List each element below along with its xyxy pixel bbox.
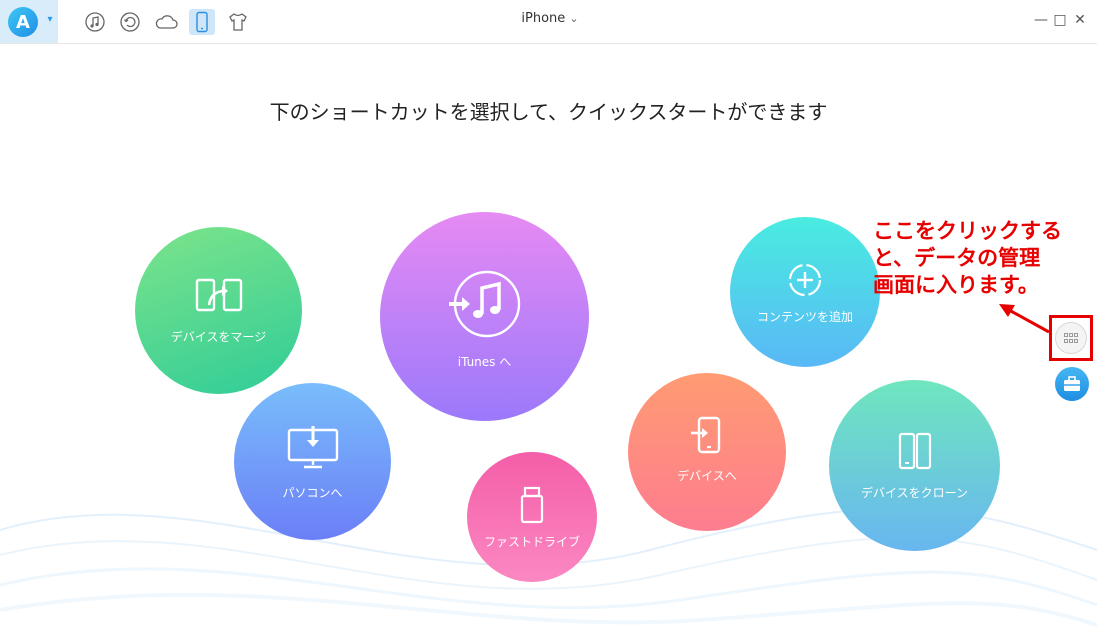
chevron-down-icon: ⌄ [569,12,579,25]
music-icon[interactable] [82,9,108,35]
annotation-callout: ここをクリックする と、データの管理 画面に入ります。 [873,218,1073,299]
shirt-icon[interactable] [225,9,251,35]
clone-device-label: デバイスをクローン [860,486,969,500]
toolbox-icon [1064,376,1080,391]
device-name: iPhone [521,11,566,26]
itunes-transfer-button[interactable]: iTunes へ [380,212,589,421]
device-selector[interactable]: iPhone ⌄ [490,11,610,26]
itunes-icon [448,270,520,338]
app-window: A ▾ iPhone ⌄ — □ ✕ 下のショートカットを選択して、クイックスタ… [0,0,1097,636]
logo-menu-chevron-icon[interactable]: ▾ [42,11,58,27]
merge-devices-label: デバイスをマージ [170,330,267,344]
annotation-line-2: と、データの管理 [873,246,1041,270]
to-device-label: デバイスへ [677,469,737,483]
data-manager-button[interactable] [1055,322,1087,354]
add-content-label: コンテンツを追加 [756,310,853,324]
title-bar: A ▾ iPhone ⌄ — □ ✕ [0,0,1097,44]
to-device-button[interactable]: デバイスへ [628,373,786,531]
to-computer-button[interactable]: パソコンへ [234,383,391,540]
app-logo: A [8,7,38,37]
grid-icon [1064,333,1078,343]
computer-download-icon [287,426,338,469]
phone-icon[interactable] [189,9,215,35]
annotation-line-1: ここをクリックする [873,219,1062,243]
itunes-transfer-label: iTunes へ [457,355,512,369]
to-computer-label: パソコンへ [282,486,343,500]
add-circle-icon [788,263,822,297]
flash-drive-icon [520,486,544,524]
restore-icon[interactable] [117,9,143,35]
annotation-line-3: 画面に入ります。 [873,273,1039,297]
minimize-button[interactable]: — [1032,10,1050,30]
clone-device-button[interactable]: デバイスをクローン [829,380,1000,551]
clone-icon [898,432,931,470]
merge-icon [195,278,242,312]
maximize-button[interactable]: □ [1051,10,1069,30]
page-headline: 下のショートカットを選択して、クイックスタートができます [269,100,828,124]
flash-drive-label: ファストドライブ [483,535,580,549]
logo-area[interactable]: A ▾ [0,0,58,43]
close-button[interactable]: ✕ [1071,10,1089,30]
toolbox-button[interactable] [1055,367,1089,401]
annotation-arrow-icon [999,304,1050,334]
flash-drive-button[interactable]: ファストドライブ [467,452,597,582]
add-content-button[interactable]: コンテンツを追加 [730,217,880,367]
merge-devices-button[interactable]: デバイスをマージ [135,227,302,394]
device-import-icon [691,416,721,454]
cloud-icon[interactable] [153,9,179,35]
